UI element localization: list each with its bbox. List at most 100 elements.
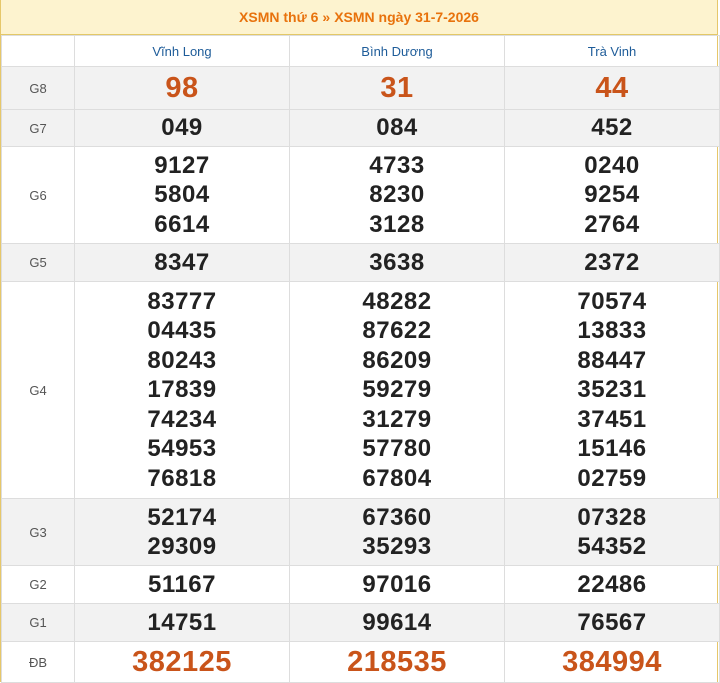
prize-number: 29309 [147,533,217,560]
prize-number: 83777 [147,287,217,315]
prize-number: 98 [165,72,199,104]
prize-cell: 07328 54352 [504,498,720,566]
prize-number: 8230 [369,181,425,209]
prize-number: 51167 [148,570,216,598]
prize-number: 2764 [584,210,640,238]
prize-number: 15146 [577,435,647,463]
province-name[interactable]: Bình Dương [289,35,505,67]
prize-cell: 31 [289,66,505,110]
prize-row-db: ĐB 382125 218535 384994 [1,641,720,683]
corner-cell [1,35,75,67]
prize-number: 8347 [154,248,210,276]
prize-number: 084 [376,114,418,142]
prize-number: 59279 [362,376,432,404]
prize-row-g6: G6 9127 5804 6614 4733 8230 3128 0240 9254 2764 [1,146,720,244]
prize-number: 07328 [577,503,647,531]
prize-cell: 44 [504,66,720,110]
prize-number: 382125 [132,646,232,678]
prize-cell: 83777 04435 80243 17839 74234 54953 76818 [74,281,290,499]
province-name[interactable]: Vĩnh Long [74,35,290,67]
prize-cell: 99614 [289,603,505,642]
prize-cell: 52174 29309 [74,498,290,566]
prize-number: 17839 [147,376,217,404]
prize-cell: 98 [74,66,290,110]
prize-number: 218535 [347,646,447,678]
prize-number: 74234 [147,405,217,433]
prize-label: G3 [1,498,75,566]
prize-number: 87622 [362,317,432,345]
results-table: Vĩnh Long Bình Dương Trà Vinh G8 98 31 44 G7… [1,35,720,683]
prize-number: 35293 [362,533,432,560]
prize-number: 97016 [362,570,432,598]
prize-cell: 382125 [74,641,290,683]
xsmn-weekday-link[interactable]: XSMN thứ 6 [239,9,318,25]
prize-cell: 049 [74,109,290,147]
prize-label: ĐB [1,641,75,683]
prize-number: 37451 [577,405,647,433]
prize-number: 384994 [562,646,662,678]
prize-number: 13833 [577,317,647,345]
province-name[interactable]: Trà Vinh [504,35,720,67]
prize-number: 99614 [362,608,432,636]
prize-cell: 67360 35293 [289,498,505,566]
prize-cell: 76567 [504,603,720,642]
prize-number: 31 [380,72,414,104]
prize-number: 76818 [147,464,217,492]
prize-number: 452 [591,114,633,142]
prize-label: G8 [1,66,75,110]
prize-number: 04435 [147,317,217,345]
prize-label: G6 [1,146,75,244]
prize-cell: 0240 9254 2764 [504,146,720,244]
prize-number: 02759 [577,464,647,492]
prize-number: 22486 [577,570,647,598]
prize-row-g5: G5 8347 3638 2372 [1,243,720,282]
prize-row-g2: G2 51167 97016 22486 [1,565,720,604]
prize-row-g1: G1 14751 99614 76567 [1,603,720,642]
prize-number: 35231 [577,376,647,404]
prize-number: 76567 [577,608,647,636]
prize-cell: 084 [289,109,505,147]
results-header: XSMN thứ 6 » XSMN ngày 31-7-2026 [1,0,717,35]
province-row: Vĩnh Long Bình Dương Trà Vinh [1,35,720,67]
prize-number: 48282 [362,287,432,315]
prize-number: 44 [595,72,629,104]
prize-number: 2372 [584,248,640,276]
prize-cell: 70574 13833 88447 35231 37451 15146 02759 [504,281,720,499]
prize-number: 86209 [362,346,432,374]
prize-cell: 22486 [504,565,720,604]
prize-row-g4: G4 83777 04435 80243 17839 74234 54953 76818 482… [1,281,720,499]
breadcrumb-separator: » [322,9,331,25]
prize-label: G7 [1,109,75,147]
prize-label: G4 [1,281,75,499]
prize-number: 57780 [362,435,432,463]
prize-number: 9254 [584,181,640,209]
prize-cell: 9127 5804 6614 [74,146,290,244]
prize-number: 5804 [154,181,210,209]
prize-cell: 8347 [74,243,290,282]
prize-label: G2 [1,565,75,604]
prize-cell: 3638 [289,243,505,282]
prize-number: 3128 [369,210,425,238]
prize-number: 31279 [362,405,432,433]
prize-number: 9127 [154,151,210,179]
prize-number: 80243 [147,346,217,374]
prize-number: 88447 [577,346,647,374]
prize-number: 4733 [369,151,425,179]
prize-cell: 2372 [504,243,720,282]
prize-cell: 384994 [504,641,720,683]
prize-number: 0240 [584,151,640,179]
prize-row-g3: G3 52174 29309 67360 35293 07328 54352 [1,498,720,566]
prize-cell: 48282 87622 86209 59279 31279 57780 67804 [289,281,505,499]
prize-number: 52174 [147,503,217,531]
prize-cell: 97016 [289,565,505,604]
prize-number: 14751 [147,608,217,636]
prize-number: 67360 [362,503,432,531]
prize-row-g8: G8 98 31 44 [1,66,720,110]
prize-number: 54953 [147,435,217,463]
prize-cell: 218535 [289,641,505,683]
prize-cell: 14751 [74,603,290,642]
xsmn-date-link[interactable]: XSMN ngày 31-7-2026 [334,9,479,25]
prize-number: 049 [161,114,203,142]
prize-cell: 51167 [74,565,290,604]
prize-number: 54352 [577,533,647,560]
